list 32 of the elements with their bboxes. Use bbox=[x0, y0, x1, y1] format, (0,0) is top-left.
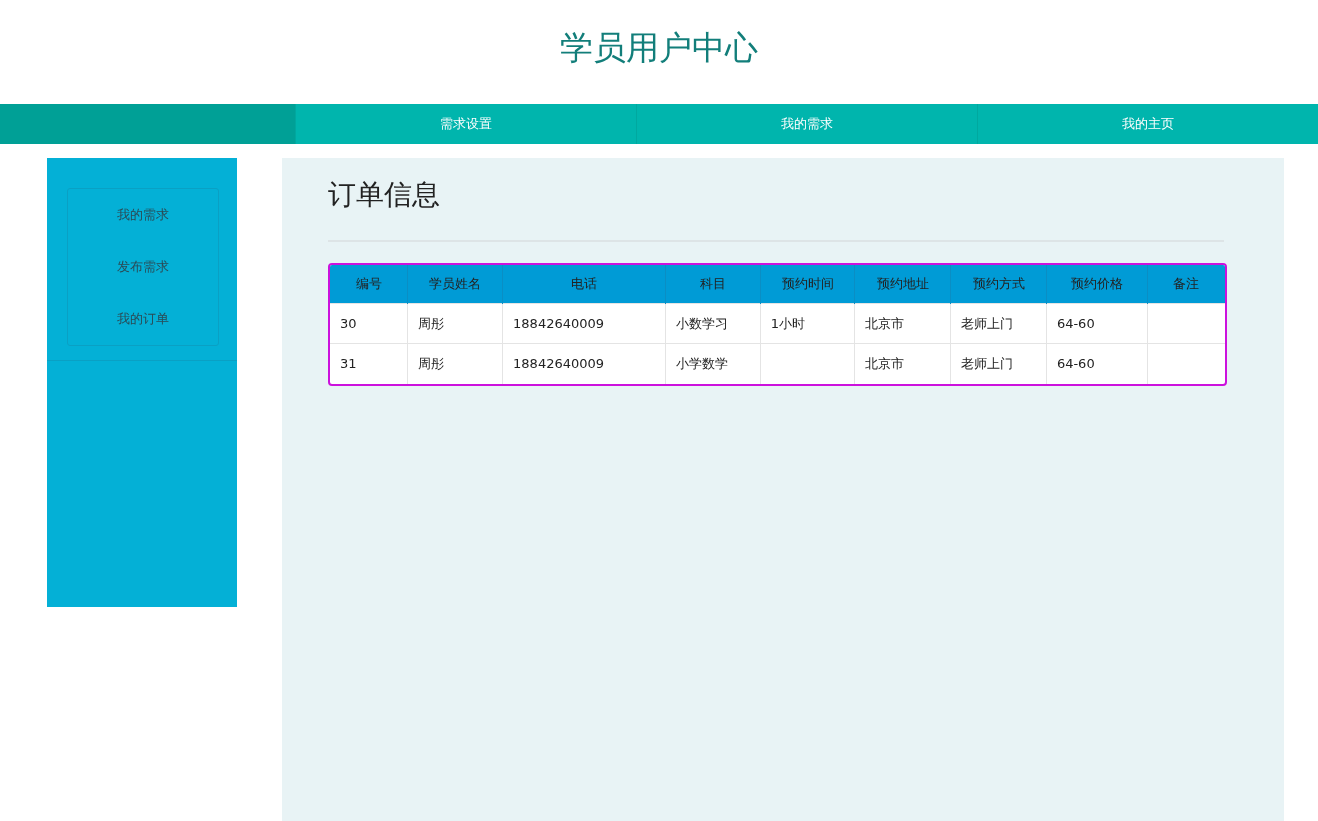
table-cell: 1小时 bbox=[760, 303, 855, 344]
table-cell: 小数学习 bbox=[665, 303, 761, 344]
column-header: 编号 bbox=[330, 264, 408, 304]
table-cell: 18842640009 bbox=[502, 343, 666, 384]
table-cell: 老师上门 bbox=[950, 303, 1047, 344]
table-cell: 北京市 bbox=[854, 303, 951, 344]
table-cell: 18842640009 bbox=[502, 303, 666, 344]
table-cell: 30 bbox=[330, 303, 408, 344]
sidebar-link[interactable]: 发布需求 bbox=[111, 256, 175, 278]
table-cell: 周彤 bbox=[407, 343, 503, 384]
table-cell: 老师上门 bbox=[950, 343, 1047, 384]
sidebar-link[interactable]: 我的需求 bbox=[111, 204, 175, 226]
table-cell: 周彤 bbox=[407, 303, 503, 344]
section-heading: 订单信息 bbox=[328, 178, 441, 212]
table-cell: 64-60 bbox=[1046, 303, 1148, 344]
page-title: 学员用户中心 bbox=[560, 28, 758, 68]
column-header: 电话 bbox=[502, 264, 666, 304]
nav-link[interactable]: 我的主页 bbox=[977, 104, 1318, 144]
sidebar-link[interactable]: 我的订单 bbox=[111, 308, 175, 330]
column-header: 预约价格 bbox=[1046, 264, 1148, 304]
column-header: 预约地址 bbox=[854, 264, 951, 304]
nav-link[interactable]: 我的需求 bbox=[636, 104, 977, 144]
column-header: 备注 bbox=[1147, 264, 1225, 304]
column-header: 科目 bbox=[665, 264, 761, 304]
column-header: 学员姓名 bbox=[407, 264, 503, 304]
table-cell: 北京市 bbox=[854, 343, 951, 384]
table-cell: 64-60 bbox=[1046, 343, 1148, 384]
column-header: 预约时间 bbox=[760, 264, 855, 304]
table-cell: 31 bbox=[330, 343, 408, 384]
nav-link[interactable]: 需求设置 bbox=[295, 104, 636, 144]
column-header: 预约方式 bbox=[950, 264, 1047, 304]
table-cell: 小学数学 bbox=[665, 343, 761, 384]
